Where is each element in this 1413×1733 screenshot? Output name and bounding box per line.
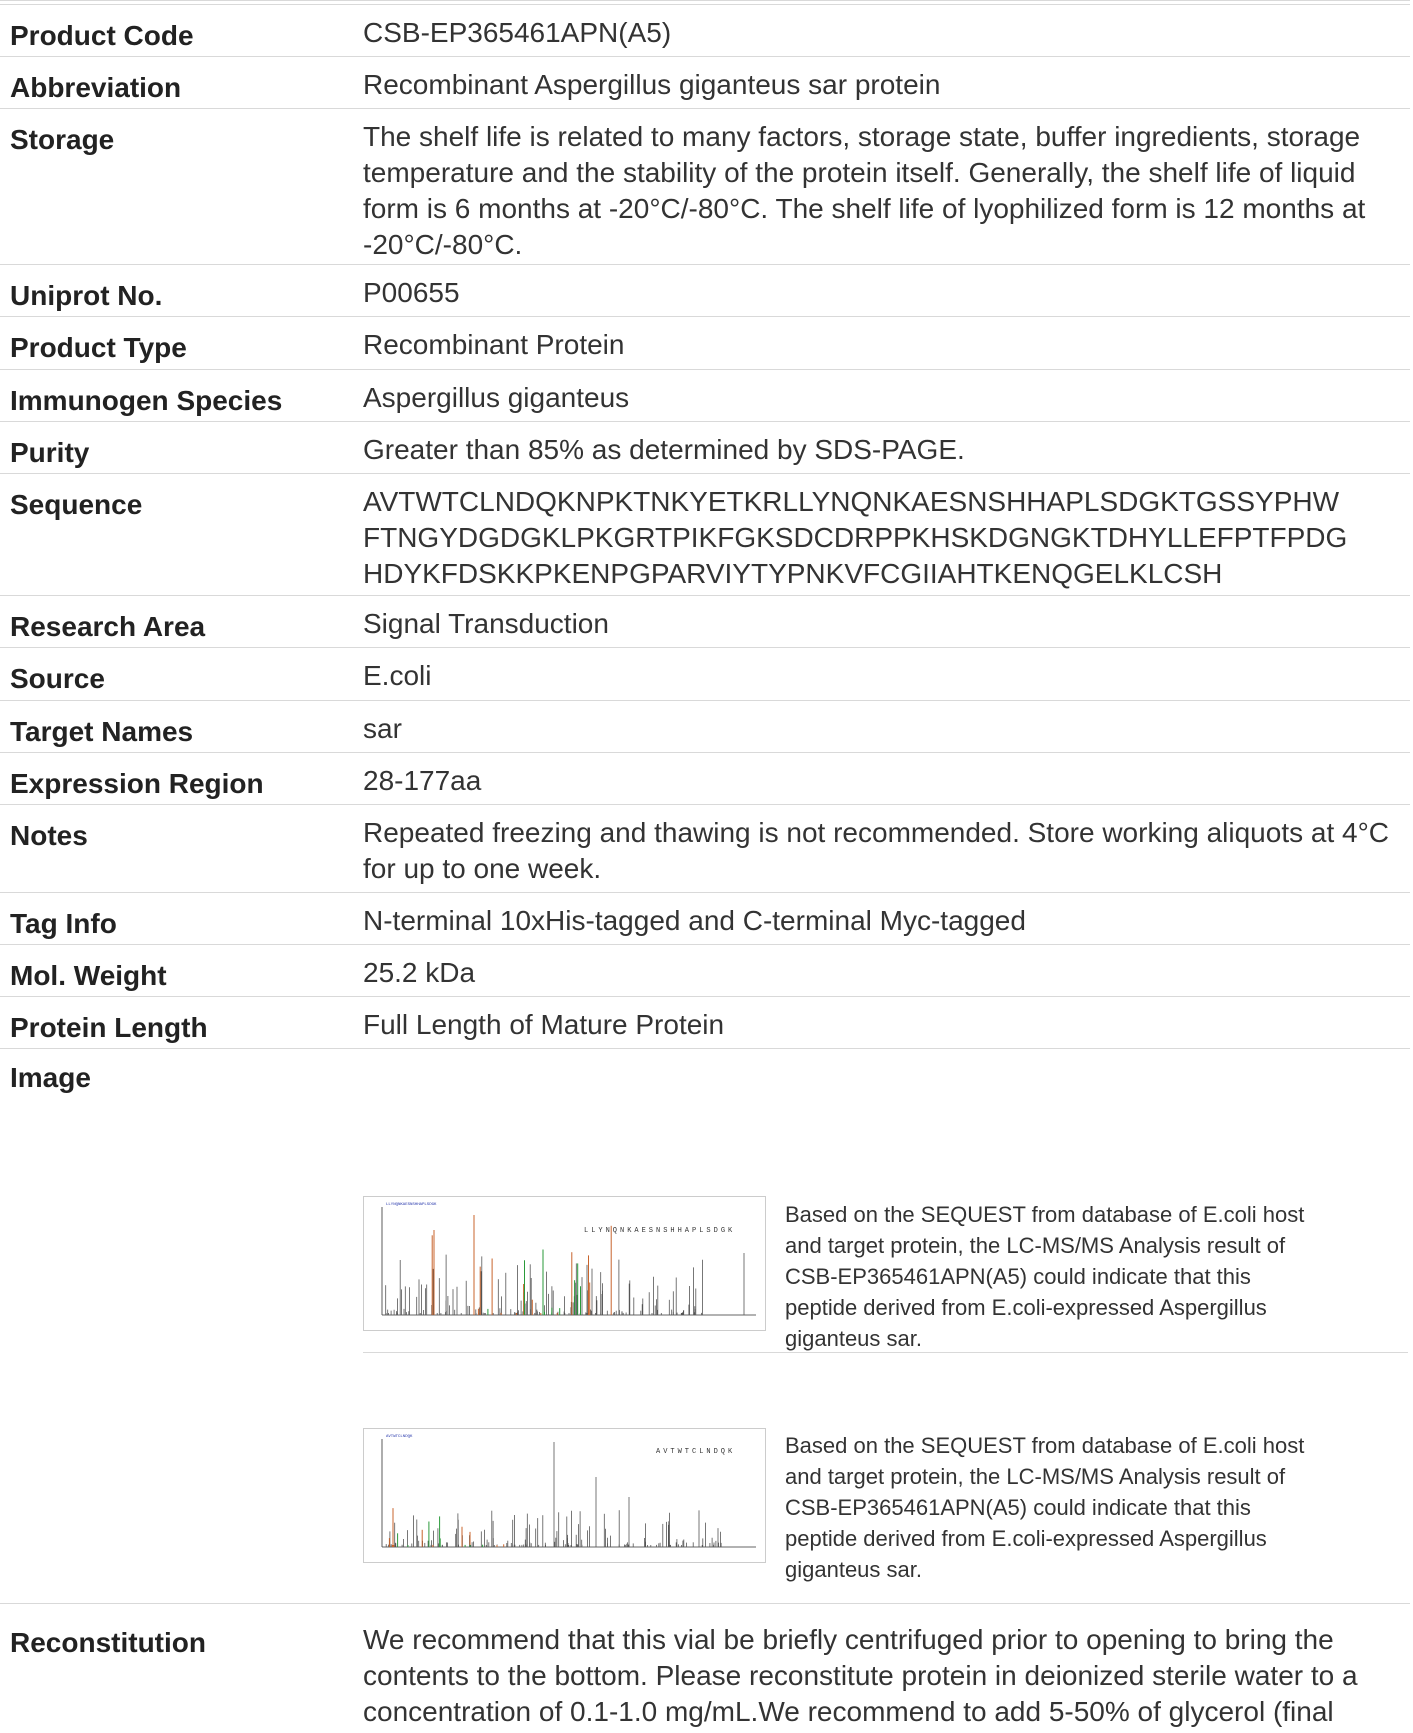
label-source: Source <box>10 663 105 694</box>
top-divider <box>0 0 1410 1</box>
label-product-code: Product Code <box>10 20 194 51</box>
label-research-area: Research Area <box>10 611 206 642</box>
ms-spectrum-thumbnail-2[interactable]: AVTWTCLNDQK AVTWTCLNDQK <box>363 1428 766 1563</box>
ms-spectrum-chart-2: AVTWTCLNDQK AVTWTCLNDQK <box>381 1435 756 1548</box>
label-notes: Notes <box>10 820 88 851</box>
row-immunogen-species: Immunogen Species Aspergillus giganteus <box>0 369 1410 422</box>
label-image: Image <box>10 1062 91 1093</box>
value-notes: Repeated freezing and thawing is not rec… <box>363 817 1390 884</box>
image-gallery: LLYNQNKAESNSHHAPLSDGK LLYNQNKAESNSHHAPLS… <box>363 1049 1408 1604</box>
value-abbreviation: Recombinant Aspergillus giganteus sar pr… <box>363 69 941 100</box>
row-expression-region: Expression Region 28-177aa <box>0 752 1410 805</box>
product-spec-sheet: Product Code CSB-EP365461APN(A5) Abbrevi… <box>0 0 1413 1732</box>
value-purity: Greater than 85% as determined by SDS-PA… <box>363 434 965 465</box>
label-tag-info: Tag Info <box>10 908 117 939</box>
row-product-type: Product Type Recombinant Protein <box>0 316 1410 370</box>
value-target-names: sar <box>363 713 402 744</box>
image-caption-1: Based on the SEQUEST from database of E.… <box>785 1202 1305 1351</box>
row-target-names: Target Names sar <box>0 700 1410 753</box>
value-sequence: AVTWTCLNDQKNPKTNKYETKRLLYNQNKAESNSHHAPLS… <box>363 486 1348 589</box>
label-abbreviation: Abbreviation <box>10 72 182 103</box>
row-notes: Notes Repeated freezing and thawing is n… <box>0 804 1410 893</box>
label-purity: Purity <box>10 437 90 468</box>
label-target-names: Target Names <box>10 716 194 747</box>
row-tag-info: Tag Info N-terminal 10xHis-tagged and C-… <box>0 892 1410 945</box>
label-reconstitution: Reconstitution <box>10 1627 206 1658</box>
label-storage: Storage <box>10 124 115 155</box>
value-source: E.coli <box>363 660 432 691</box>
value-storage: The shelf life is related to many factor… <box>363 121 1366 260</box>
label-immunogen-species: Immunogen Species <box>10 385 283 416</box>
row-mol-weight: Mol. Weight 25.2 kDa <box>0 944 1410 997</box>
image-divider <box>363 1352 1408 1353</box>
row-sequence: Sequence AVTWTCLNDQKNPKTNKYETKRLLYNQNKAE… <box>0 473 1410 596</box>
row-reconstitution: Reconstitution We recommend that this vi… <box>0 1603 1410 1733</box>
value-expression-region: 28-177aa <box>363 765 482 796</box>
row-storage: Storage The shelf life is related to man… <box>0 108 1410 265</box>
row-image: Image LLYNQNKAESNSHHAPLSDGK LLYNQNKAESNS… <box>0 1048 1410 1604</box>
row-product-code: Product Code CSB-EP365461APN(A5) <box>0 4 1410 57</box>
row-abbreviation: Abbreviation Recombinant Aspergillus gig… <box>0 56 1410 109</box>
spectrum-header-text-1: LLYNQNKAESNSHHAPLSDGK <box>386 1203 437 1207</box>
ms-spectrum-thumbnail-1[interactable]: LLYNQNKAESNSHHAPLSDGK LLYNQNKAESNSHHAPLS… <box>363 1196 766 1331</box>
value-product-code: CSB-EP365461APN(A5) <box>363 17 672 48</box>
row-source: Source E.coli <box>0 647 1410 701</box>
value-research-area: Signal Transduction <box>363 608 609 639</box>
value-immunogen-species: Aspergillus giganteus <box>363 382 630 413</box>
label-sequence: Sequence <box>10 489 143 520</box>
spectrum-header-text-2: AVTWTCLNDQK <box>386 1435 413 1439</box>
row-research-area: Research Area Signal Transduction <box>0 595 1410 648</box>
value-uniprot: P00655 <box>363 277 460 308</box>
peptide-annotation-1: LLYNQNKAESNSHHAPLSDGK <box>584 1227 735 1235</box>
label-uniprot: Uniprot No. <box>10 280 163 311</box>
value-protein-length: Full Length of Mature Protein <box>363 1009 725 1040</box>
peptide-annotation-2: AVTWTCLNDQK <box>656 1448 735 1456</box>
label-protein-length: Protein Length <box>10 1012 208 1043</box>
image-caption-2: Based on the SEQUEST from database of E.… <box>785 1433 1305 1582</box>
label-product-type: Product Type <box>10 332 187 363</box>
value-reconstitution: We recommend that this vial be briefly c… <box>363 1624 1358 1727</box>
row-protein-length: Protein Length Full Length of Mature Pro… <box>0 996 1410 1049</box>
value-mol-weight: 25.2 kDa <box>363 957 476 988</box>
label-expression-region: Expression Region <box>10 768 264 799</box>
row-purity: Purity Greater than 85% as determined by… <box>0 421 1410 474</box>
label-mol-weight: Mol. Weight <box>10 960 167 991</box>
ms-spectrum-chart-1: LLYNQNKAESNSHHAPLSDGK LLYNQNKAESNSHHAPLS… <box>381 1203 756 1316</box>
value-product-type: Recombinant Protein <box>363 329 625 360</box>
value-tag-info: N-terminal 10xHis-tagged and C-terminal … <box>363 905 1026 936</box>
row-uniprot: Uniprot No. P00655 <box>0 264 1410 317</box>
